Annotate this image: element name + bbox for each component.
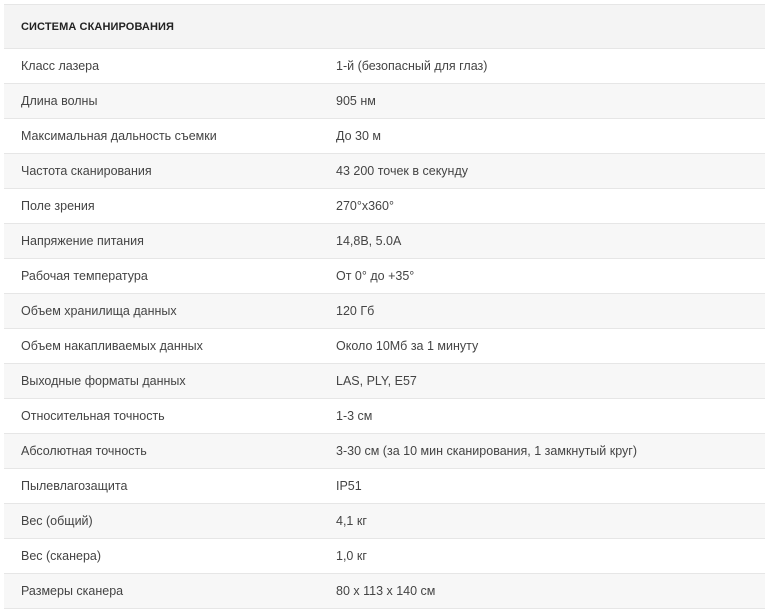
spec-value: LAS, PLY, E57 [319, 363, 765, 399]
spec-row: Вес (общий) 4,1 кг [4, 503, 765, 539]
spec-name: Вес (сканера) [4, 538, 319, 574]
spec-name: Поле зрения [4, 188, 319, 224]
spec-row: Вес (сканера) 1,0 кг [4, 538, 765, 574]
spec-value: От 0° до +35° [319, 258, 765, 294]
spec-name: Объем хранилища данных [4, 293, 319, 329]
spec-value: 1,0 кг [319, 538, 765, 574]
spec-row: Максимальная дальность съемки До 30 м [4, 118, 765, 154]
spec-row: Частота сканирования 43 200 точек в секун… [4, 153, 765, 189]
spec-row: Длина волны 905 нм [4, 83, 765, 119]
spec-name: Объем накапливаемых данных [4, 328, 319, 364]
spec-name: Длина волны [4, 83, 319, 119]
spec-row: Напряжение питания 14,8В, 5.0А [4, 223, 765, 259]
spec-name: Пылевлагозащита [4, 468, 319, 504]
spec-value: 1-3 см [319, 398, 765, 434]
spec-name: Абсолютная точность [4, 433, 319, 469]
spec-value: 4,1 кг [319, 503, 765, 539]
spec-name: Напряжение питания [4, 223, 319, 259]
spec-table: СИСТЕМА СКАНИРОВАНИЯ Класс лазера 1-й (бе… [4, 4, 765, 609]
section-header-row: СИСТЕМА СКАНИРОВАНИЯ [4, 4, 765, 49]
spec-name: Относительная точность [4, 398, 319, 434]
spec-value: 120 Гб [319, 293, 765, 329]
spec-value: Около 10Мб за 1 минуту [319, 328, 765, 364]
spec-value: 43 200 точек в секунду [319, 153, 765, 189]
spec-row: Выходные форматы данных LAS, PLY, E57 [4, 363, 765, 399]
spec-row: Поле зрения 270°x360° [4, 188, 765, 224]
spec-name: Вес (общий) [4, 503, 319, 539]
spec-value: 270°x360° [319, 188, 765, 224]
spec-rows: Класс лазера 1-й (безопасный для глаз) Дл… [4, 48, 765, 609]
spec-name: Размеры сканера [4, 573, 319, 609]
spec-row: Объем накапливаемых данных Около 10Мб за … [4, 328, 765, 364]
spec-value: 905 нм [319, 83, 765, 119]
spec-value: 1-й (безопасный для глаз) [319, 48, 765, 84]
spec-row: Размеры сканера 80 x 113 x 140 см [4, 573, 765, 609]
spec-value: IP51 [319, 468, 765, 504]
spec-name: Выходные форматы данных [4, 363, 319, 399]
spec-value: До 30 м [319, 118, 765, 154]
spec-row: Абсолютная точность 3-30 см (за 10 мин ск… [4, 433, 765, 469]
spec-row: Относительная точность 1-3 см [4, 398, 765, 434]
spec-name: Рабочая температура [4, 258, 319, 294]
spec-name: Максимальная дальность съемки [4, 118, 319, 154]
section-title: СИСТЕМА СКАНИРОВАНИЯ [4, 4, 765, 49]
spec-row: Пылевлагозащита IP51 [4, 468, 765, 504]
spec-value: 14,8В, 5.0А [319, 223, 765, 259]
spec-value: 80 x 113 x 140 см [319, 573, 765, 609]
spec-row: Объем хранилища данных 120 Гб [4, 293, 765, 329]
spec-row: Рабочая температура От 0° до +35° [4, 258, 765, 294]
spec-name: Класс лазера [4, 48, 319, 84]
spec-value: 3-30 см (за 10 мин сканирования, 1 замкн… [319, 433, 765, 469]
spec-row: Класс лазера 1-й (безопасный для глаз) [4, 48, 765, 84]
spec-name: Частота сканирования [4, 153, 319, 189]
